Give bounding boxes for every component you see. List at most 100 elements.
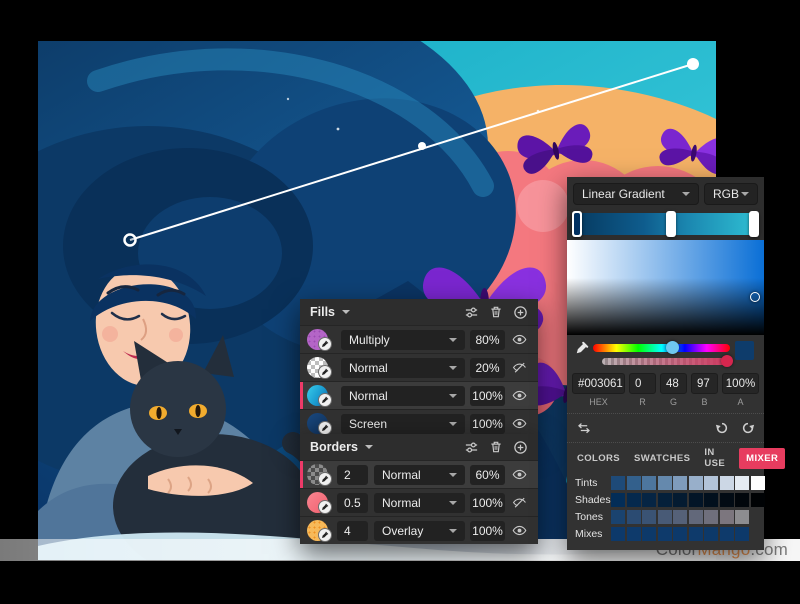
hue-slider[interactable] — [593, 344, 730, 352]
fill-swatch[interactable] — [307, 411, 335, 436]
green-field[interactable]: 48 — [660, 373, 687, 394]
border-width-field[interactable]: 4 — [337, 521, 368, 541]
gradient-stop[interactable] — [749, 211, 759, 237]
mixer-swatch[interactable] — [642, 476, 656, 490]
tab-swatches[interactable]: SWATCHES — [634, 453, 690, 464]
gradient-stop-selected[interactable] — [572, 211, 582, 237]
border-row-selected[interactable]: 2 Normal 60% — [300, 461, 538, 488]
blend-mode-select[interactable]: Multiply — [341, 330, 465, 350]
mixer-swatch[interactable] — [627, 476, 641, 490]
mixer-swatch[interactable] — [735, 476, 749, 490]
visibility-eye-off-icon[interactable] — [507, 360, 531, 375]
gradient-start-handle[interactable] — [125, 235, 136, 246]
red-field[interactable]: 0 — [629, 373, 656, 394]
mixer-swatch[interactable] — [735, 527, 749, 541]
border-swatch[interactable] — [307, 462, 335, 487]
visibility-eye-icon[interactable] — [507, 332, 531, 347]
add-border-icon[interactable] — [513, 440, 528, 455]
mixer-swatch[interactable] — [689, 476, 703, 490]
tune-icon[interactable] — [464, 440, 479, 455]
mixer-swatch[interactable] — [627, 493, 641, 507]
gradient-type-select[interactable]: Linear Gradient — [573, 183, 699, 205]
visibility-eye-icon[interactable] — [507, 467, 531, 482]
opacity-field[interactable]: 100% — [470, 521, 505, 541]
visibility-eye-icon[interactable] — [507, 388, 531, 403]
mixer-swatch[interactable] — [642, 527, 656, 541]
blend-mode-select[interactable]: Overlay — [374, 521, 465, 541]
blue-field[interactable]: 97 — [691, 373, 718, 394]
color-model-select[interactable]: RGB — [704, 183, 758, 205]
mixer-swatch[interactable] — [673, 476, 687, 490]
mixer-swatch[interactable] — [735, 493, 749, 507]
mixer-swatch[interactable] — [735, 510, 749, 524]
fill-swatch[interactable] — [307, 383, 335, 408]
opacity-field[interactable]: 80% — [470, 330, 505, 350]
mixer-swatch[interactable] — [658, 527, 672, 541]
blend-mode-select[interactable]: Normal — [341, 386, 465, 406]
opacity-field[interactable]: 60% — [470, 465, 505, 485]
hex-field[interactable]: #003061 — [572, 373, 625, 394]
alpha-field[interactable]: 100% — [722, 373, 759, 394]
border-width-field[interactable]: 0.5 — [337, 493, 368, 513]
fill-row-selected[interactable]: Normal 100% — [300, 382, 538, 409]
mixer-swatch[interactable] — [658, 476, 672, 490]
opacity-field[interactable]: 100% — [470, 414, 505, 434]
mixer-swatch[interactable] — [642, 510, 656, 524]
mixer-swatch[interactable] — [751, 493, 765, 507]
alpha-slider[interactable] — [602, 358, 728, 365]
mixer-swatch[interactable] — [658, 510, 672, 524]
color-field-cursor[interactable] — [750, 292, 760, 302]
tune-icon[interactable] — [464, 305, 479, 320]
redo-icon[interactable] — [741, 421, 755, 435]
undo-icon[interactable] — [715, 421, 729, 435]
gradient-bar[interactable] — [573, 213, 758, 235]
tab-in-use[interactable]: IN USE — [704, 447, 725, 469]
border-swatch[interactable] — [307, 518, 335, 543]
saturation-value-field[interactable] — [567, 240, 764, 335]
mixer-swatch[interactable] — [704, 476, 718, 490]
blend-mode-select[interactable]: Normal — [341, 358, 465, 378]
fill-row[interactable]: Screen 100% — [300, 410, 538, 437]
mixer-swatch[interactable] — [611, 510, 625, 524]
border-width-field[interactable]: 2 — [337, 465, 368, 485]
trash-icon[interactable] — [489, 440, 503, 454]
mixer-swatch[interactable] — [720, 510, 734, 524]
mixer-swatch[interactable] — [611, 493, 625, 507]
mixer-swatch[interactable] — [673, 510, 687, 524]
opacity-field[interactable]: 100% — [470, 386, 505, 406]
mixer-swatch[interactable] — [720, 493, 734, 507]
mixer-swatch[interactable] — [704, 527, 718, 541]
mixer-swatch[interactable] — [720, 476, 734, 490]
mixer-swatch[interactable] — [704, 510, 718, 524]
trash-icon[interactable] — [489, 305, 503, 319]
mixer-swatch[interactable] — [627, 527, 641, 541]
mixer-swatch[interactable] — [611, 527, 625, 541]
fill-row[interactable]: Normal 20% — [300, 354, 538, 381]
visibility-eye-icon[interactable] — [507, 523, 531, 538]
gradient-end-handle[interactable] — [687, 58, 699, 70]
mixer-swatch[interactable] — [704, 493, 718, 507]
blend-mode-select[interactable]: Normal — [374, 493, 465, 513]
mixer-swatch[interactable] — [673, 493, 687, 507]
visibility-eye-icon[interactable] — [507, 416, 531, 431]
mixer-swatch[interactable] — [751, 476, 765, 490]
visibility-eye-off-icon[interactable] — [507, 495, 531, 510]
hue-slider-handle[interactable] — [666, 341, 679, 354]
swap-colors-icon[interactable] — [576, 421, 592, 435]
chevron-down-icon[interactable] — [342, 310, 350, 314]
mixer-swatch[interactable] — [689, 493, 703, 507]
blend-mode-select[interactable]: Screen — [341, 414, 465, 434]
opacity-field[interactable]: 20% — [470, 358, 505, 378]
fill-swatch[interactable] — [307, 355, 335, 380]
blend-mode-select[interactable]: Normal — [374, 465, 465, 485]
border-row[interactable]: 0.5 Normal 100% — [300, 489, 538, 516]
mixer-swatch[interactable] — [673, 527, 687, 541]
gradient-stop[interactable] — [666, 211, 676, 237]
gradient-mid-handle[interactable] — [418, 142, 426, 150]
mixer-swatch[interactable] — [611, 476, 625, 490]
alpha-slider-handle[interactable] — [721, 355, 733, 367]
border-swatch[interactable] — [307, 490, 335, 515]
mixer-swatch[interactable] — [642, 493, 656, 507]
mixer-swatch[interactable] — [689, 510, 703, 524]
eyedropper-icon[interactable] — [575, 341, 589, 355]
